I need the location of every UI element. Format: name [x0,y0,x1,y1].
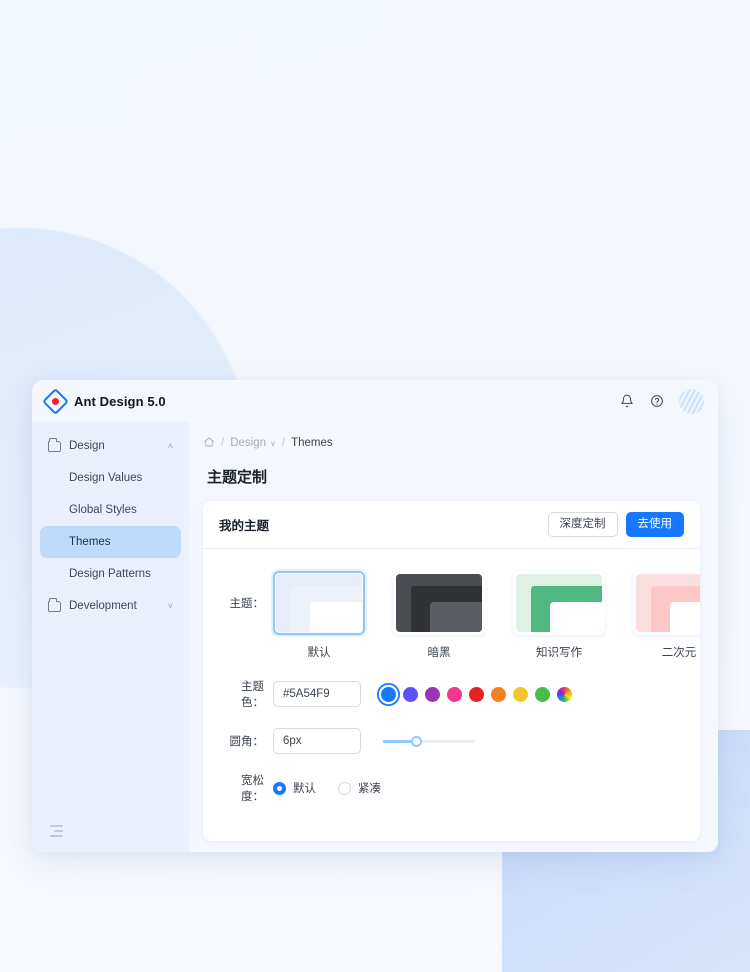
density-options: 默认 紧凑 [273,780,381,796]
radio-icon[interactable] [273,781,286,795]
theme-thumbnail[interactable] [273,571,365,635]
radius-slider[interactable] [383,734,475,748]
theme-name: 暗黑 [427,647,451,659]
theme-thumbnail-preview [516,574,602,632]
theme-label: 主题： [229,598,265,610]
density-row: 宽松度： 默认 紧凑 [219,772,684,804]
breadcrumb-separator: / [281,437,286,449]
sidebar-item-global-styles[interactable]: Global Styles [40,494,181,526]
theme-color-input[interactable]: #5A54F9 [273,681,361,707]
color-swatch[interactable] [557,686,572,702]
app-topbar: Ant Design 5.0 [32,380,718,422]
chevron-up-icon: ˄ [167,440,173,451]
card-body: 主题： 默认 暗黑 知识写作 二次元 主题色： #5A54F9 圆角： 6px … [203,549,700,804]
preview-layer-front [309,601,362,632]
card-actions: 深度定制 去使用 [547,512,684,537]
theme-thumbnail-preview [636,574,700,632]
theme-color-label: 主题色： [241,681,264,709]
card-title: 我的主题 [219,519,270,533]
page-title: 主题定制 [207,469,268,486]
sidebar-group-label: Design [69,440,105,452]
sidebar-group-label: Development [69,600,137,612]
window-body: Design ˄ Design Values Global Styles The… [32,422,718,852]
breadcrumb-item-themes: Themes [291,437,333,449]
theme-thumbnail[interactable] [393,571,485,635]
chevron-down-icon: ˅ [167,600,173,611]
sidebar-item-label: Design Values [69,472,143,484]
avatar[interactable] [679,388,704,414]
theme-thumbnail-preview [276,574,362,632]
density-label: 宽松度： [241,775,264,803]
theme-options: 默认 暗黑 知识写作 二次元 [273,571,700,660]
bell-icon[interactable] [619,393,635,409]
radio-label: 默认 [293,783,316,795]
theme-name: 二次元 [661,647,697,659]
sidebar-footer [32,810,189,852]
ant-design-logo-icon [42,387,69,415]
folder-icon [48,598,61,612]
sidebar: Design ˄ Design Values Global Styles The… [32,422,189,852]
theme-thumbnail[interactable] [513,571,605,635]
color-swatch[interactable] [491,686,506,702]
folder-icon [48,438,61,452]
app-window: Ant Design 5.0 Design ˄ Design Values Gl… [32,380,718,852]
color-swatch[interactable] [513,686,528,702]
color-swatch[interactable] [381,686,396,702]
deep-customize-button[interactable]: 深度定制 [547,512,618,537]
sidebar-item-label: Themes [69,536,111,548]
menu-collapse-icon[interactable] [50,824,63,838]
theme-option-anime[interactable]: 二次元 [633,571,700,660]
theme-name: 默认 [307,647,331,659]
sidebar-item-design-values[interactable]: Design Values [40,462,181,494]
density-option-compact[interactable]: 紧凑 [338,780,381,796]
breadcrumb-item-design[interactable]: Design [230,437,266,449]
slider-handle[interactable] [410,735,422,747]
sidebar-item-label: Design Patterns [69,568,151,580]
theme-option-dark[interactable]: 暗黑 [393,571,485,660]
theme-row: 主题： 默认 暗黑 知识写作 二次元 [219,571,700,660]
color-swatch[interactable] [425,686,440,702]
brand-name: Ant Design 5.0 [74,393,166,409]
sidebar-item-label: Global Styles [69,504,137,516]
radius-label: 圆角： [229,736,265,748]
chevron-down-icon[interactable]: ∨ [270,439,276,448]
card-header: 我的主题 深度定制 去使用 [203,501,700,549]
breadcrumb-separator: / [221,437,225,449]
theme-thumbnail-preview [396,574,482,632]
density-option-default[interactable]: 默认 [273,780,316,796]
color-swatch[interactable] [535,686,550,702]
brand[interactable]: Ant Design 5.0 [42,387,166,415]
theme-card: 我的主题 深度定制 去使用 主题： 默认 暗黑 知识写作 二次元 主题色： #5… [203,501,700,841]
sidebar-item-design-patterns[interactable]: Design Patterns [40,558,181,590]
radius-row: 圆角： 6px [219,728,684,754]
color-swatch[interactable] [403,686,418,702]
color-swatch[interactable] [469,686,484,702]
page-background: Ant Design 5.0 Design ˄ Design Values Gl… [0,0,750,972]
breadcrumb: / Design ∨ / Themes [203,434,700,452]
radio-label: 紧凑 [358,783,381,795]
sidebar-group-design[interactable]: Design ˄ [40,430,181,462]
theme-color-row: 主题色： #5A54F9 [219,678,684,710]
home-icon[interactable] [203,436,215,451]
question-circle-icon[interactable] [649,393,665,409]
topbar-actions [619,388,704,414]
sidebar-group-development[interactable]: Development ˅ [40,590,181,622]
preview-layer-front [549,601,602,632]
use-theme-button[interactable]: 去使用 [625,512,684,537]
theme-option-knowledge-writing[interactable]: 知识写作 [513,571,605,660]
color-swatch[interactable] [447,686,462,702]
radius-input[interactable]: 6px [273,728,361,754]
theme-thumbnail[interactable] [633,571,700,635]
color-swatches [381,686,572,702]
sidebar-item-themes[interactable]: Themes [40,526,181,558]
preview-layer-front [429,601,482,632]
radio-icon[interactable] [338,781,351,795]
main-content: / Design ∨ / Themes 主题定制 我的主题 深度定制 去使用 主… [189,422,718,852]
theme-name: 知识写作 [536,647,582,659]
theme-option-default[interactable]: 默认 [273,571,365,660]
preview-layer-front [669,601,700,632]
